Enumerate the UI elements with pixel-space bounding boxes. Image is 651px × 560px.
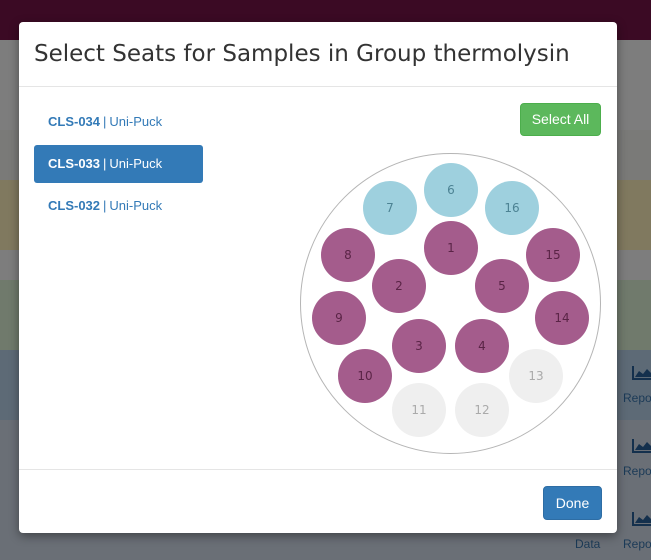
container-separator: | <box>103 198 107 213</box>
done-button[interactable]: Done <box>543 486 602 520</box>
seat-8[interactable]: 8 <box>321 228 375 282</box>
container-separator: | <box>103 114 107 129</box>
report-link[interactable]: Repo <box>623 464 651 478</box>
container-item[interactable]: CLS-033 | Uni-Puck <box>34 145 203 183</box>
seat-15[interactable]: 15 <box>526 228 580 282</box>
container-name: CLS-033 <box>48 156 101 171</box>
modal-header: Select Seats for Samples in Group thermo… <box>19 22 617 87</box>
seat-selection-modal: Select Seats for Samples in Group thermo… <box>19 22 617 533</box>
seat-13[interactable]: 13 <box>509 349 563 403</box>
container-name: CLS-034 <box>48 114 101 129</box>
seat-10[interactable]: 10 <box>338 349 392 403</box>
seat-11[interactable]: 11 <box>392 383 446 437</box>
chart-icon[interactable] <box>632 366 651 380</box>
seat-1[interactable]: 1 <box>424 221 478 275</box>
seat-3[interactable]: 3 <box>392 319 446 373</box>
container-item[interactable]: CLS-032 | Uni-Puck <box>34 187 203 225</box>
container-type: Uni-Puck <box>109 114 163 129</box>
seat-7[interactable]: 7 <box>363 181 417 235</box>
seat-4[interactable]: 4 <box>455 319 509 373</box>
seat-16[interactable]: 16 <box>485 181 539 235</box>
modal-footer: Done <box>19 469 617 533</box>
container-type: Uni-Puck <box>109 198 163 213</box>
report-link[interactable]: Repo <box>623 537 651 551</box>
data-link[interactable]: Data <box>575 537 600 551</box>
seat-2[interactable]: 2 <box>372 259 426 313</box>
report-link[interactable]: Repo <box>623 391 651 405</box>
container-item[interactable]: CLS-034 | Uni-Puck <box>34 103 203 141</box>
chart-icon[interactable] <box>632 512 651 526</box>
seat-12[interactable]: 12 <box>455 383 509 437</box>
select-all-button[interactable]: Select All <box>520 103 601 136</box>
seat-6[interactable]: 6 <box>424 163 478 217</box>
seat-14[interactable]: 14 <box>535 291 589 345</box>
chart-icon[interactable] <box>632 439 651 453</box>
uni-puck-diagram: 1 2 3 4 5 6 7 8 9 10 11 12 13 14 15 16 <box>300 153 601 454</box>
container-type: Uni-Puck <box>109 156 163 171</box>
modal-body: CLS-034 | Uni-Puck CLS-033 | Uni-Puck CLS-032 |… <box>19 87 617 469</box>
modal-title: Select Seats for Samples in Group thermo… <box>34 41 570 67</box>
seat-5[interactable]: 5 <box>475 259 529 313</box>
container-separator: | <box>103 156 107 171</box>
seat-9[interactable]: 9 <box>312 291 366 345</box>
container-name: CLS-032 <box>48 198 101 213</box>
container-list: CLS-034 | Uni-Puck CLS-033 | Uni-Puck CLS-032 |… <box>34 103 203 229</box>
